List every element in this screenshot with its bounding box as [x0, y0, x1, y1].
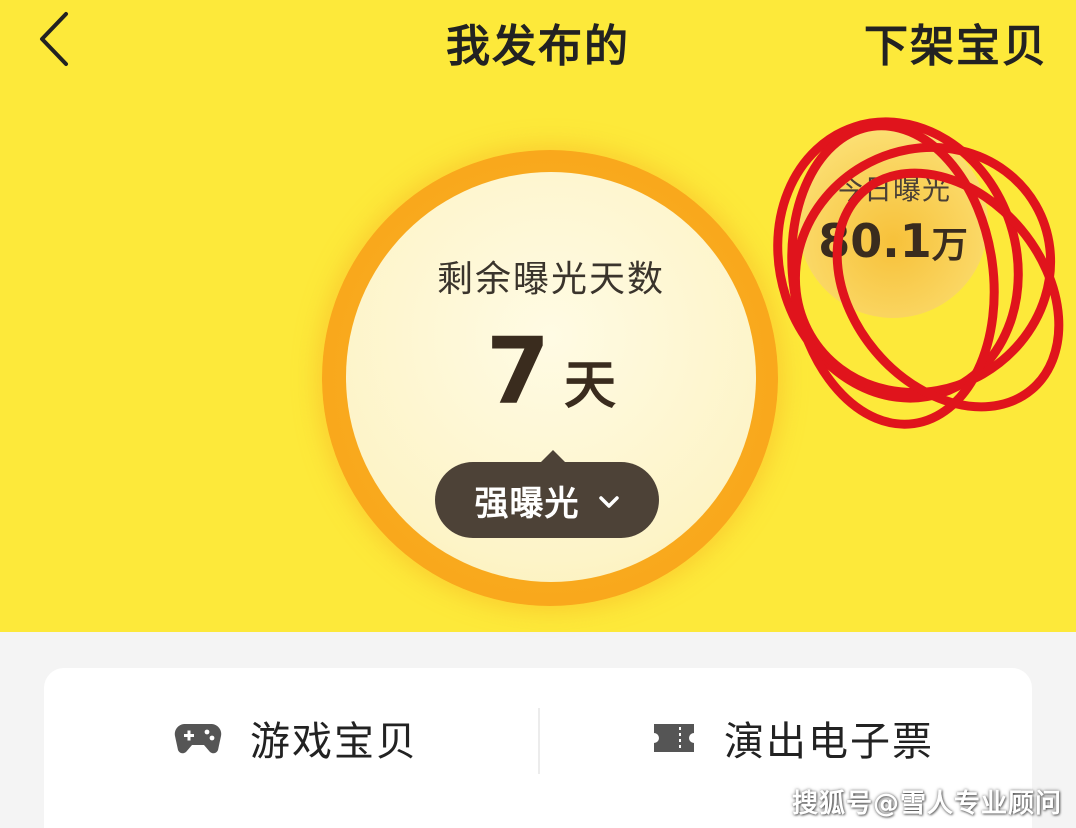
category-ticket-label: 演出电子票: [724, 719, 934, 765]
boost-exposure-button[interactable]: 强曝光: [435, 450, 659, 538]
today-exposure-number: 80.1: [818, 214, 932, 268]
back-button[interactable]: [30, 8, 80, 70]
chevron-left-icon: [40, 12, 68, 66]
remaining-exposure-label: 剩余曝光天数: [436, 259, 665, 300]
today-exposure-label: 今日曝光: [834, 173, 951, 206]
remaining-exposure-value: 7天: [346, 318, 756, 425]
delist-item-button[interactable]: 下架宝贝: [864, 10, 1048, 74]
watermark: 搜狐号@雪人专业顾问: [791, 789, 1062, 819]
category-divider: [538, 708, 540, 774]
today-exposure-value: 80.1万: [798, 214, 988, 268]
chevron-down-icon: [598, 496, 619, 508]
boost-exposure-label: 强曝光: [474, 483, 580, 524]
ticket-icon: [654, 724, 694, 752]
remaining-days-unit: 天: [564, 356, 617, 416]
gamepad-icon: [174, 724, 222, 754]
remaining-days-number: 7: [485, 318, 550, 425]
category-game-label: 游戏宝贝: [250, 719, 418, 765]
today-exposure-unit: 万: [931, 225, 968, 266]
category-game-items[interactable]: 游戏宝贝: [174, 668, 418, 808]
